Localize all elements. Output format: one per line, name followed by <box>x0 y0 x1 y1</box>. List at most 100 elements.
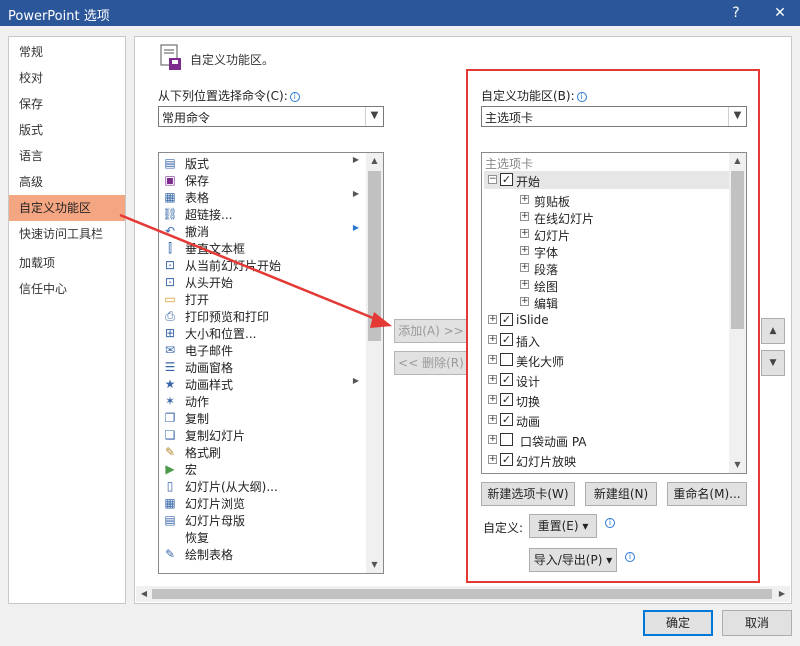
tree-node-insert[interactable]: + ✓ 插入 <box>484 331 730 349</box>
new-group-button[interactable]: 新建组(N) <box>585 482 657 506</box>
cancel-button[interactable]: 取消 <box>722 610 792 636</box>
expand-icon[interactable]: + <box>520 280 529 289</box>
list-item[interactable]: ▭ 打开 <box>161 290 367 307</box>
list-item[interactable]: ▯ 幻灯片(从大纲)... <box>161 477 367 494</box>
expand-icon[interactable]: + <box>520 195 529 204</box>
new-tab-button[interactable]: 新建选项卡(W) <box>481 482 575 506</box>
checkbox-checked[interactable]: ✓ <box>500 413 513 426</box>
tree-node-group[interactable]: + 段落 <box>484 259 730 277</box>
scroll-thumb[interactable] <box>731 171 744 329</box>
nav-item-save[interactable]: 保存 <box>9 91 125 117</box>
scroll-thumb[interactable] <box>152 589 772 599</box>
expand-icon[interactable]: + <box>520 297 529 306</box>
tree-node-group[interactable]: + 编辑 <box>484 293 730 311</box>
scroll-up-icon[interactable]: ▲ <box>729 153 746 169</box>
nav-item-proofing[interactable]: 校对 <box>9 65 125 91</box>
list-item[interactable]: ⊡ 从头开始 <box>161 273 367 290</box>
expand-icon[interactable]: + <box>488 435 497 444</box>
choose-commands-dropdown[interactable]: 常用命令 ▼ <box>158 106 384 127</box>
list-item[interactable]: ▶ 宏 <box>161 460 367 477</box>
customize-ribbon-dropdown[interactable]: 主选项卡 ▼ <box>481 106 747 127</box>
nav-item-customize-ribbon[interactable]: 自定义功能区 <box>9 195 125 221</box>
commands-scrollbar[interactable]: ▲ ▼ <box>366 153 383 573</box>
expand-icon[interactable]: + <box>488 355 497 364</box>
expand-icon[interactable]: + <box>488 315 497 324</box>
list-item[interactable]: ✉ 电子邮件 <box>161 341 367 358</box>
tree-node-home[interactable]: − ✓ 开始 <box>484 171 730 189</box>
list-item[interactable]: ✎ 格式刷 <box>161 443 367 460</box>
nav-item-quick-access-toolbar[interactable]: 快速访问工具栏 <box>9 221 125 247</box>
checkbox-unchecked[interactable] <box>500 433 513 446</box>
import-export-button[interactable]: 导入/导出(P) ▾ <box>529 548 617 572</box>
checkbox-checked[interactable]: ✓ <box>500 373 513 386</box>
tree-node-group[interactable]: + 在线幻灯片 <box>484 208 730 226</box>
list-item[interactable]: ▤ 版式 ▶ <box>161 154 367 171</box>
list-item[interactable]: ❐ 复制 <box>161 409 367 426</box>
rename-button[interactable]: 重命名(M)... <box>667 482 747 506</box>
list-item[interactable]: ▦ 幻灯片浏览 <box>161 494 367 511</box>
nav-item-language[interactable]: 语言 <box>9 143 125 169</box>
scroll-left-icon[interactable]: ◀ <box>136 586 152 602</box>
list-item[interactable]: 恢复 <box>161 528 367 545</box>
tree-node-slideshow[interactable]: + ✓ 幻灯片放映 <box>484 451 730 469</box>
tree-node-pocket-animation[interactable]: + 口袋动画 PA <box>484 431 730 449</box>
list-item[interactable]: ✎ 绘制表格 <box>161 545 367 562</box>
expand-icon[interactable]: + <box>488 455 497 464</box>
expand-icon[interactable]: + <box>488 395 497 404</box>
tree-node-transitions[interactable]: + ✓ 切换 <box>484 391 730 409</box>
checkbox-unchecked[interactable] <box>500 353 513 366</box>
nav-item-trust-center[interactable]: 信任中心 <box>9 276 125 302</box>
ok-button[interactable]: 确定 <box>643 610 713 636</box>
expand-icon[interactable]: + <box>520 246 529 255</box>
tree-scrollbar[interactable]: ▲ ▼ <box>729 153 746 473</box>
checkbox-checked[interactable]: ✓ <box>500 393 513 406</box>
list-item[interactable]: ★ 动画样式 ▶ <box>161 375 367 392</box>
expand-icon[interactable]: + <box>488 335 497 344</box>
scroll-down-icon[interactable]: ▼ <box>729 457 746 473</box>
scroll-up-icon[interactable]: ▲ <box>366 153 383 169</box>
expand-icon[interactable]: + <box>520 212 529 221</box>
ribbon-tabs-tree[interactable]: 主选项卡 − ✓ 开始 + 剪贴板 + 在线幻灯片 + 幻灯片 + 字体 + 段… <box>481 152 747 474</box>
expand-icon[interactable]: + <box>488 375 497 384</box>
list-item[interactable]: ⊞ 大小和位置... <box>161 324 367 341</box>
checkbox-checked[interactable]: ✓ <box>500 313 513 326</box>
tree-node-group[interactable]: + 绘图 <box>484 276 730 294</box>
tree-node-group[interactable]: + 字体 <box>484 242 730 260</box>
add-button[interactable]: 添加(A) >> <box>394 319 468 343</box>
expand-icon[interactable]: + <box>520 263 529 272</box>
list-item[interactable]: ▤ 幻灯片母版 <box>161 511 367 528</box>
remove-button[interactable]: << 删除(R) <box>394 351 468 375</box>
tree-node-islide[interactable]: + ✓ iSlide <box>484 311 730 329</box>
reset-button[interactable]: 重置(E) ▾ <box>529 514 597 538</box>
nav-item-advanced[interactable]: 高级 <box>9 169 125 195</box>
checkbox-checked[interactable]: ✓ <box>500 333 513 346</box>
scroll-down-icon[interactable]: ▼ <box>366 557 383 573</box>
scroll-right-icon[interactable]: ▶ <box>774 586 790 602</box>
list-item[interactable]: ✶ 动作 <box>161 392 367 409</box>
collapse-icon[interactable]: − <box>488 175 497 184</box>
checkbox-checked[interactable]: ✓ <box>500 173 513 186</box>
tree-node-group[interactable]: + 剪贴板 <box>484 191 730 209</box>
nav-item-layout[interactable]: 版式 <box>9 117 125 143</box>
list-item[interactable]: ⊡ 从当前幻灯片开始 <box>161 256 367 273</box>
nav-item-general[interactable]: 常规 <box>9 39 125 65</box>
list-item[interactable]: ▣ 保存 <box>161 171 367 188</box>
list-item[interactable]: ⎙ 打印预览和打印 <box>161 307 367 324</box>
list-item[interactable]: ⛓ 超链接... <box>161 205 367 222</box>
close-button[interactable]: ✕ <box>762 0 798 26</box>
horizontal-scrollbar[interactable]: ◀ ▶ <box>136 586 790 602</box>
checkbox-checked[interactable]: ✓ <box>500 453 513 466</box>
scroll-thumb[interactable] <box>368 171 381 341</box>
list-item[interactable]: ❏ 复制幻灯片 <box>161 426 367 443</box>
expand-icon[interactable]: + <box>488 415 497 424</box>
help-button[interactable]: ? <box>718 0 754 26</box>
list-item[interactable]: ⫿ 垂直文本框 <box>161 239 367 256</box>
list-item[interactable]: ☰ 动画窗格 <box>161 358 367 375</box>
commands-list[interactable]: ▤ 版式 ▶ ▣ 保存 ▦ 表格 ▶ ⛓ 超链接... ↶ 撤消 ▶ ⫿ 垂直文本框 ⊡ 从当前幻灯… <box>158 152 384 574</box>
move-down-button[interactable]: ▼ <box>761 350 785 376</box>
move-up-button[interactable]: ▲ <box>761 318 785 344</box>
tree-node-animations[interactable]: + ✓ 动画 <box>484 411 730 429</box>
tree-node-group[interactable]: + 幻灯片 <box>484 225 730 243</box>
list-item[interactable]: ▦ 表格 ▶ <box>161 188 367 205</box>
tree-node-beautify[interactable]: + 美化大师 <box>484 351 730 369</box>
